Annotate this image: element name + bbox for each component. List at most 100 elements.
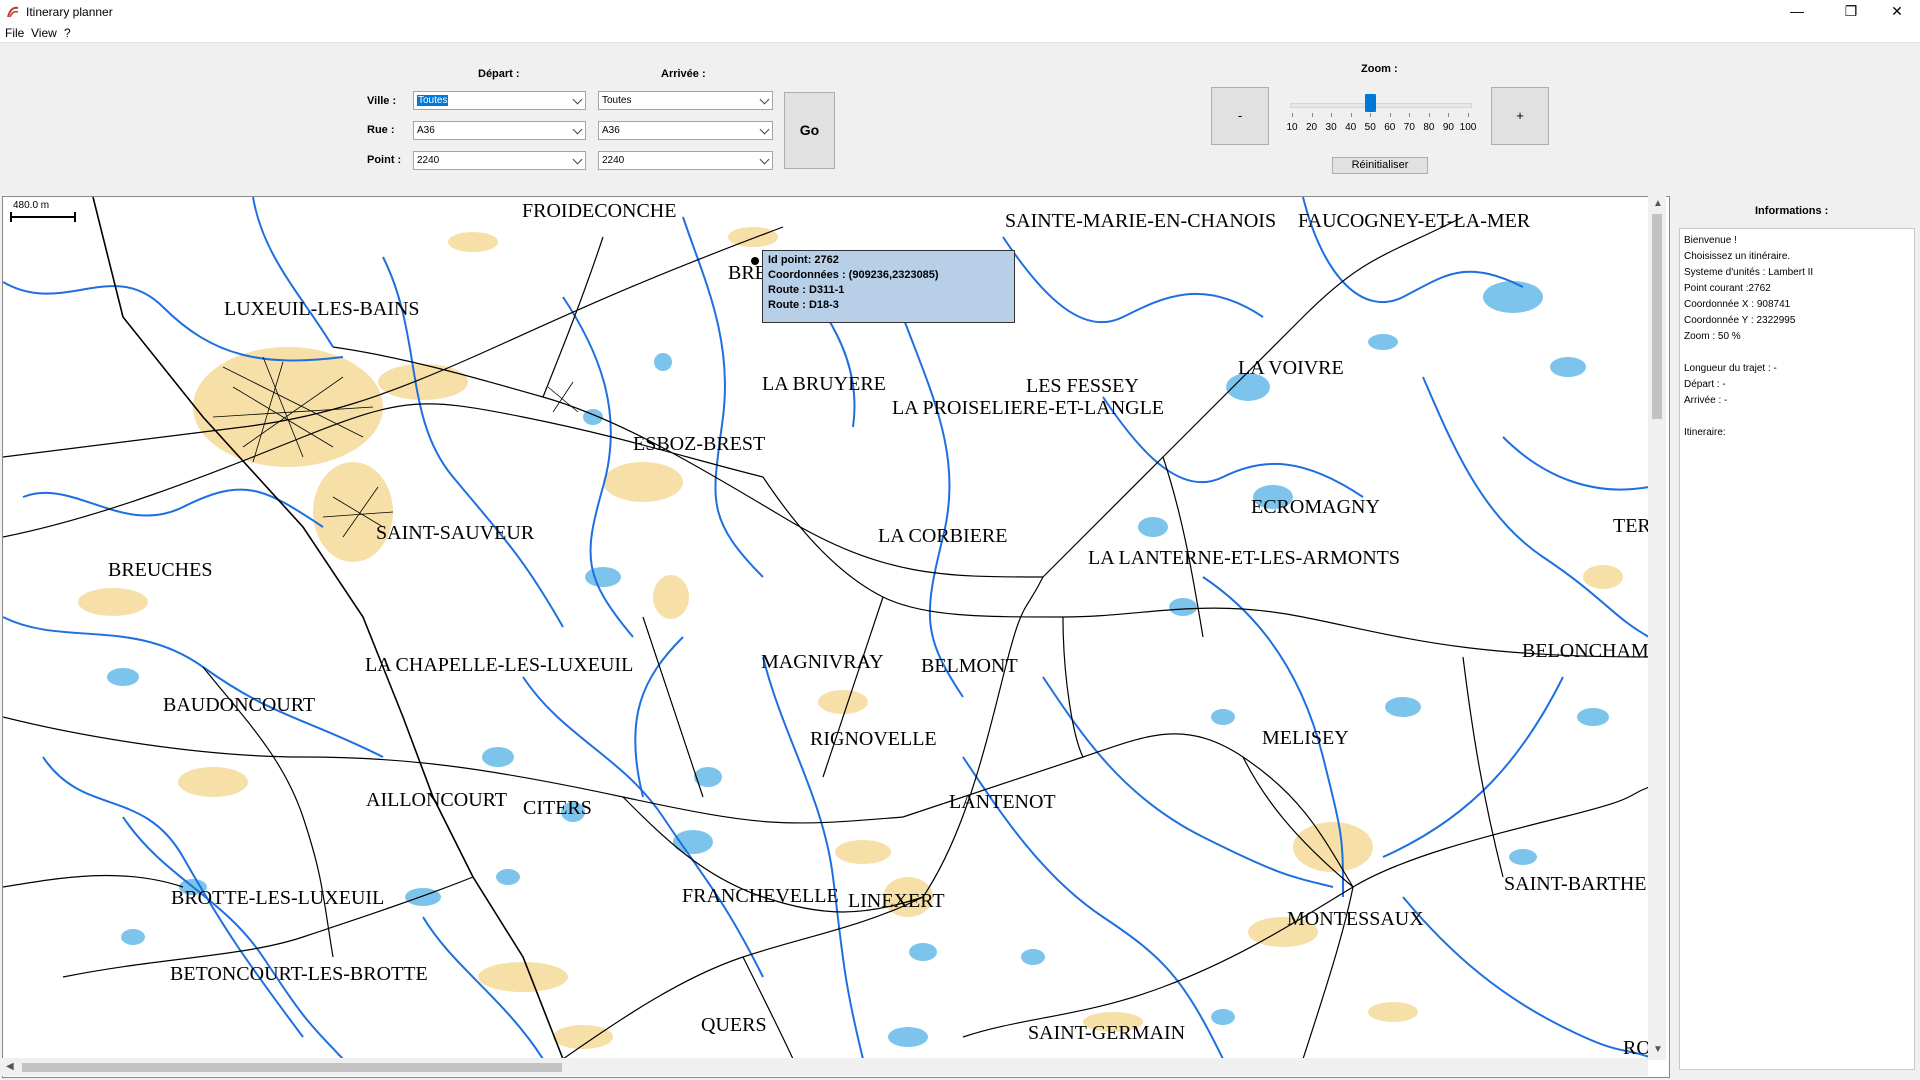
place-la-bruyere: LA BRUYERE xyxy=(762,373,886,395)
tooltip-route-2: Route : D18-3 xyxy=(768,299,839,311)
zoom-tick xyxy=(1370,113,1372,117)
place-sainte-marie: SAINTE-MARIE-EN-CHANOIS xyxy=(1005,210,1277,232)
zoom-in-button[interactable]: + xyxy=(1491,87,1549,145)
zoom-tick xyxy=(1389,113,1391,117)
place-la-proiseliere: LA PROISELIERE-ET-LANGLE xyxy=(892,397,1165,419)
place-rignovelle: RIGNOVELLE xyxy=(810,728,937,750)
info-line: Longueur du trajet : - xyxy=(1684,363,1777,374)
chevron-down-icon xyxy=(572,94,583,105)
close-button[interactable]: ✕ xyxy=(1874,0,1920,24)
zoom-out-button[interactable]: - xyxy=(1211,87,1269,145)
scale-bar xyxy=(10,212,76,222)
place-la-chapelle: LA CHAPELLE-LES-LUXEUIL xyxy=(365,654,634,676)
chevron-down-icon xyxy=(759,124,770,135)
place-la-voivre: LA VOIVRE xyxy=(1238,357,1344,379)
chevron-down-icon xyxy=(759,94,770,105)
scroll-up-icon[interactable]: ▲ xyxy=(1653,198,1663,209)
zoom-tick-label: 40 xyxy=(1345,122,1357,133)
zoom-tick-label: 10 xyxy=(1286,122,1298,133)
arrivee-rue-select[interactable]: A36 xyxy=(598,121,773,140)
depart-rue-select[interactable]: A36 xyxy=(413,121,586,140)
place-brotte: BROTTE-LES-LUXEUIL xyxy=(171,887,385,909)
chevron-down-icon xyxy=(759,154,770,165)
info-line xyxy=(1684,345,1910,361)
depart-rue-value: A36 xyxy=(417,125,435,136)
info-panel: Bienvenue ! Choisissez un itinéraire. Sy… xyxy=(1679,228,1915,1070)
map-horizontal-scroll-thumb[interactable] xyxy=(22,1063,562,1072)
menu-file[interactable]: File xyxy=(5,26,24,40)
zoom-tick xyxy=(1468,113,1469,117)
zoom-tick xyxy=(1331,113,1333,117)
arrivee-rue-value: A36 xyxy=(602,125,620,136)
zoom-slider-track[interactable] xyxy=(1290,103,1472,108)
place-baudoncourt: BAUDONCOURT xyxy=(163,694,316,716)
menu-bar: File View ? xyxy=(0,24,1920,43)
arrivee-point-select[interactable]: 2240 xyxy=(598,151,773,170)
place-magnivray: MAGNIVRAY xyxy=(761,651,884,673)
info-line: Coordonnée Y : 2322995 xyxy=(1684,315,1796,326)
info-line: Zoom : 50 % xyxy=(1684,331,1741,342)
place-la-lanterne: LA LANTERNE-ET-LES-ARMONTS xyxy=(1088,547,1401,569)
zoom-tick-label: 30 xyxy=(1325,122,1337,133)
place-quers: QUERS xyxy=(701,1014,767,1036)
zoom-tick-label: 90 xyxy=(1442,122,1454,133)
reset-button[interactable]: Réinitialiser xyxy=(1332,157,1428,174)
zoom-tick xyxy=(1292,113,1293,117)
app-icon xyxy=(7,6,19,18)
minimize-button[interactable]: — xyxy=(1774,0,1820,24)
place-faucogney: FAUCOGNEY-ET-LA-MER xyxy=(1298,210,1531,232)
place-franchevelle: FRANCHEVELLE xyxy=(682,885,839,907)
place-saint-barthe: SAINT-BARTHE xyxy=(1504,873,1647,895)
chevron-down-icon xyxy=(572,124,583,135)
info-title: Informations : xyxy=(1755,205,1829,217)
zoom-tick-label: 50 xyxy=(1364,122,1376,133)
rue-label: Rue : xyxy=(367,124,395,136)
zoom-slider-thumb[interactable] xyxy=(1365,94,1377,112)
place-les-fessey: LES FESSEY xyxy=(1026,375,1139,397)
go-button[interactable]: Go xyxy=(784,92,835,169)
ville-label: Ville : xyxy=(367,95,397,107)
map-vertical-scroll-thumb[interactable] xyxy=(1652,214,1662,419)
scroll-down-icon[interactable]: ▼ xyxy=(1653,1044,1663,1055)
zoom-label: Zoom : xyxy=(1361,63,1398,75)
zoom-tick-label: 70 xyxy=(1403,122,1415,133)
place-belmont: BELMONT xyxy=(921,655,1018,677)
menu-view[interactable]: View xyxy=(31,26,57,40)
tooltip-route-1: Route : D311-1 xyxy=(768,284,845,296)
depart-point-select[interactable]: 2240 xyxy=(413,151,586,170)
arrivee-ville-select[interactable]: Toutes xyxy=(598,91,773,110)
menu-help[interactable]: ? xyxy=(64,26,71,40)
place-lantenot: LANTENOT xyxy=(949,791,1056,813)
info-line: Systeme d'unités : Lambert II xyxy=(1684,267,1814,278)
map-view[interactable]: 480.0 m FROIDECONCHE SAINTE-MARIE-EN-CHA… xyxy=(2,196,1670,1078)
restore-button[interactable]: ❐ xyxy=(1828,0,1874,24)
place-luxeuil: LUXEUIL-LES-BAINS xyxy=(224,298,420,320)
place-linexert: LINEXERT xyxy=(848,890,945,912)
zoom-tick xyxy=(1448,113,1450,117)
place-montessaux: MONTESSAUX xyxy=(1287,908,1424,930)
info-line: Départ : - xyxy=(1684,379,1726,390)
depart-ville-select[interactable]: Toutes xyxy=(413,91,586,110)
place-beloncham: BELONCHAM xyxy=(1522,640,1649,662)
depart-ville-value: Toutes xyxy=(417,95,449,106)
zoom-tick-label: 60 xyxy=(1384,122,1396,133)
arrivee-point-value: 2240 xyxy=(602,155,625,166)
arrivee-heading: Arrivée : xyxy=(661,68,706,80)
zoom-tick-label: 100 xyxy=(1459,122,1477,133)
place-ecromagny: ECROMAGNY xyxy=(1251,496,1380,518)
place-ro: RO xyxy=(1623,1037,1651,1059)
zoom-tick xyxy=(1409,113,1411,117)
point-label: Point : xyxy=(367,154,402,166)
zoom-tick xyxy=(1428,113,1430,117)
zoom-tick xyxy=(1350,113,1352,117)
info-line: Arrivée : - xyxy=(1684,395,1728,406)
scroll-left-icon[interactable]: ◀ xyxy=(6,1061,14,1072)
place-saint-sauveur: SAINT-SAUVEUR xyxy=(376,522,535,544)
chevron-down-icon xyxy=(572,154,583,165)
info-line: Bienvenue ! xyxy=(1684,235,1737,246)
point-tooltip: Id point: 2762 Coordonnées : (909236,232… xyxy=(762,250,1015,323)
place-saint-germain: SAINT-GERMAIN xyxy=(1028,1022,1186,1044)
zoom-tick xyxy=(1311,113,1313,117)
place-breuches: BREUCHES xyxy=(108,559,213,581)
tooltip-id: Id point: 2762 xyxy=(768,254,839,266)
